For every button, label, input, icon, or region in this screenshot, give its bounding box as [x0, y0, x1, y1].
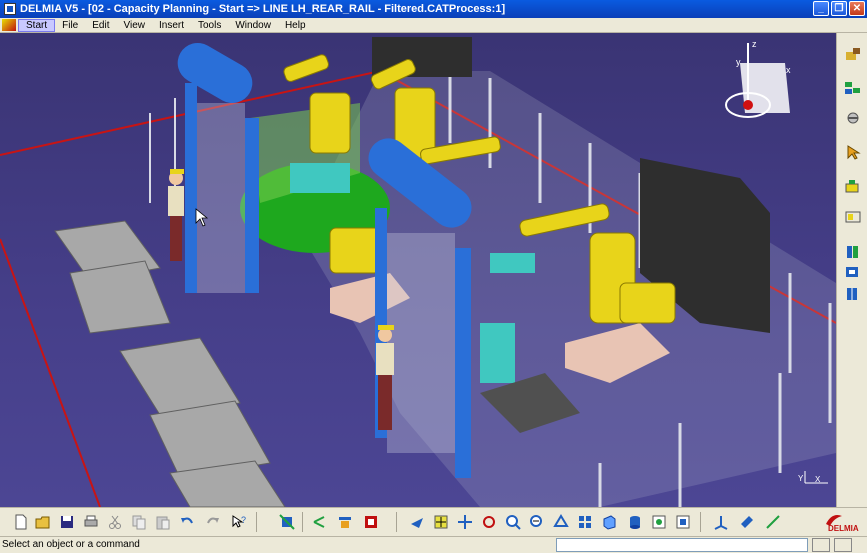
render-icon[interactable] — [650, 513, 668, 531]
restore-button[interactable]: ❐ — [831, 1, 847, 16]
save-icon[interactable] — [58, 513, 76, 531]
zoom-out-icon[interactable] — [504, 513, 522, 531]
measure-icon[interactable] — [738, 513, 756, 531]
toolbar-separator — [396, 512, 397, 532]
app-icon[interactable] — [4, 3, 16, 15]
menu-file[interactable]: File — [55, 20, 85, 31]
3d-viewport[interactable]: z y x Y X — [0, 33, 836, 507]
menu-start[interactable]: Start — [18, 18, 56, 32]
toolbar-separator — [700, 512, 701, 532]
normal-view-icon[interactable] — [528, 513, 546, 531]
minimize-button[interactable]: _ — [813, 1, 829, 16]
status-button-2[interactable] — [834, 538, 852, 552]
insert-icon[interactable] — [362, 513, 380, 531]
delmia-brand: DELMIA — [828, 524, 859, 533]
menu-insert[interactable]: Insert — [152, 20, 191, 31]
fit-all-icon[interactable] — [278, 513, 296, 531]
select-arrow-icon[interactable] — [843, 143, 863, 161]
hide-show-icon[interactable] — [674, 513, 692, 531]
title-bar: DELMIA V5 - [02 - Capacity Planning - St… — [0, 0, 867, 18]
compass-z-label: z — [752, 39, 757, 49]
axis-indicator: Y X — [798, 471, 828, 484]
whats-this-icon[interactable]: ? — [230, 513, 248, 531]
svg-text:?: ? — [241, 515, 246, 525]
menu-bar: Start File Edit View Insert Tools Window… — [0, 18, 867, 33]
undo-icon[interactable] — [178, 513, 196, 531]
product-icon[interactable] — [336, 513, 354, 531]
axis-x-label: X — [815, 475, 821, 484]
toolbar-separator — [256, 512, 257, 532]
window-controls: _ ❐ ✕ — [813, 1, 865, 16]
paste-icon[interactable] — [154, 513, 172, 531]
pan-icon[interactable] — [432, 513, 450, 531]
redo-icon[interactable] — [204, 513, 222, 531]
window-title: DELMIA V5 - [02 - Capacity Planning - St… — [20, 3, 506, 15]
scene: z y x Y X — [0, 37, 836, 507]
right-toolbar — [836, 33, 867, 507]
new-icon[interactable] — [12, 513, 30, 531]
workcell-icon[interactable] — [843, 45, 863, 63]
iso-view-icon[interactable] — [576, 513, 594, 531]
snap-icon[interactable] — [764, 513, 782, 531]
catalog-icon[interactable] — [843, 263, 863, 281]
tree-expand-icon[interactable] — [310, 513, 328, 531]
menu-tools[interactable]: Tools — [191, 20, 228, 31]
copy-icon[interactable] — [130, 513, 148, 531]
cut-icon[interactable] — [106, 513, 124, 531]
status-message: Select an object or a command — [2, 539, 140, 550]
book-icon[interactable] — [843, 285, 863, 303]
rotate-icon[interactable] — [456, 513, 474, 531]
status-button-1[interactable] — [812, 538, 830, 552]
zoom-in-icon[interactable] — [480, 513, 498, 531]
toolbar-separator — [302, 512, 303, 532]
compass-y-label: y — [736, 57, 741, 67]
library-icon[interactable] — [843, 243, 863, 261]
open-icon[interactable] — [34, 513, 52, 531]
cylinder-view-icon[interactable] — [626, 513, 644, 531]
compass-icon[interactable] — [712, 513, 730, 531]
menu-help[interactable]: Help — [278, 20, 313, 31]
shading-icon[interactable] — [600, 513, 618, 531]
command-input[interactable] — [556, 538, 808, 552]
device-building-icon[interactable] — [843, 177, 863, 195]
menu-view[interactable]: View — [116, 20, 152, 31]
layout-icon[interactable] — [843, 208, 863, 226]
compass[interactable]: z y x — [725, 39, 791, 118]
print-icon[interactable] — [82, 513, 100, 531]
compass-x-label: x — [786, 65, 791, 75]
multi-view-icon[interactable] — [552, 513, 570, 531]
axis-y-label: Y — [798, 474, 804, 483]
menu-window[interactable]: Window — [228, 20, 278, 31]
robot-teach-icon[interactable] — [843, 109, 863, 127]
menu-edit[interactable]: Edit — [85, 20, 116, 31]
bottom-toolbar: ? DELMIA — [0, 507, 867, 536]
close-button[interactable]: ✕ — [849, 1, 865, 16]
catia-logo-icon[interactable] — [2, 19, 16, 31]
status-bar: Select an object or a command — [0, 536, 867, 553]
resource-tree-icon[interactable] — [843, 79, 863, 97]
fly-icon[interactable] — [408, 513, 426, 531]
